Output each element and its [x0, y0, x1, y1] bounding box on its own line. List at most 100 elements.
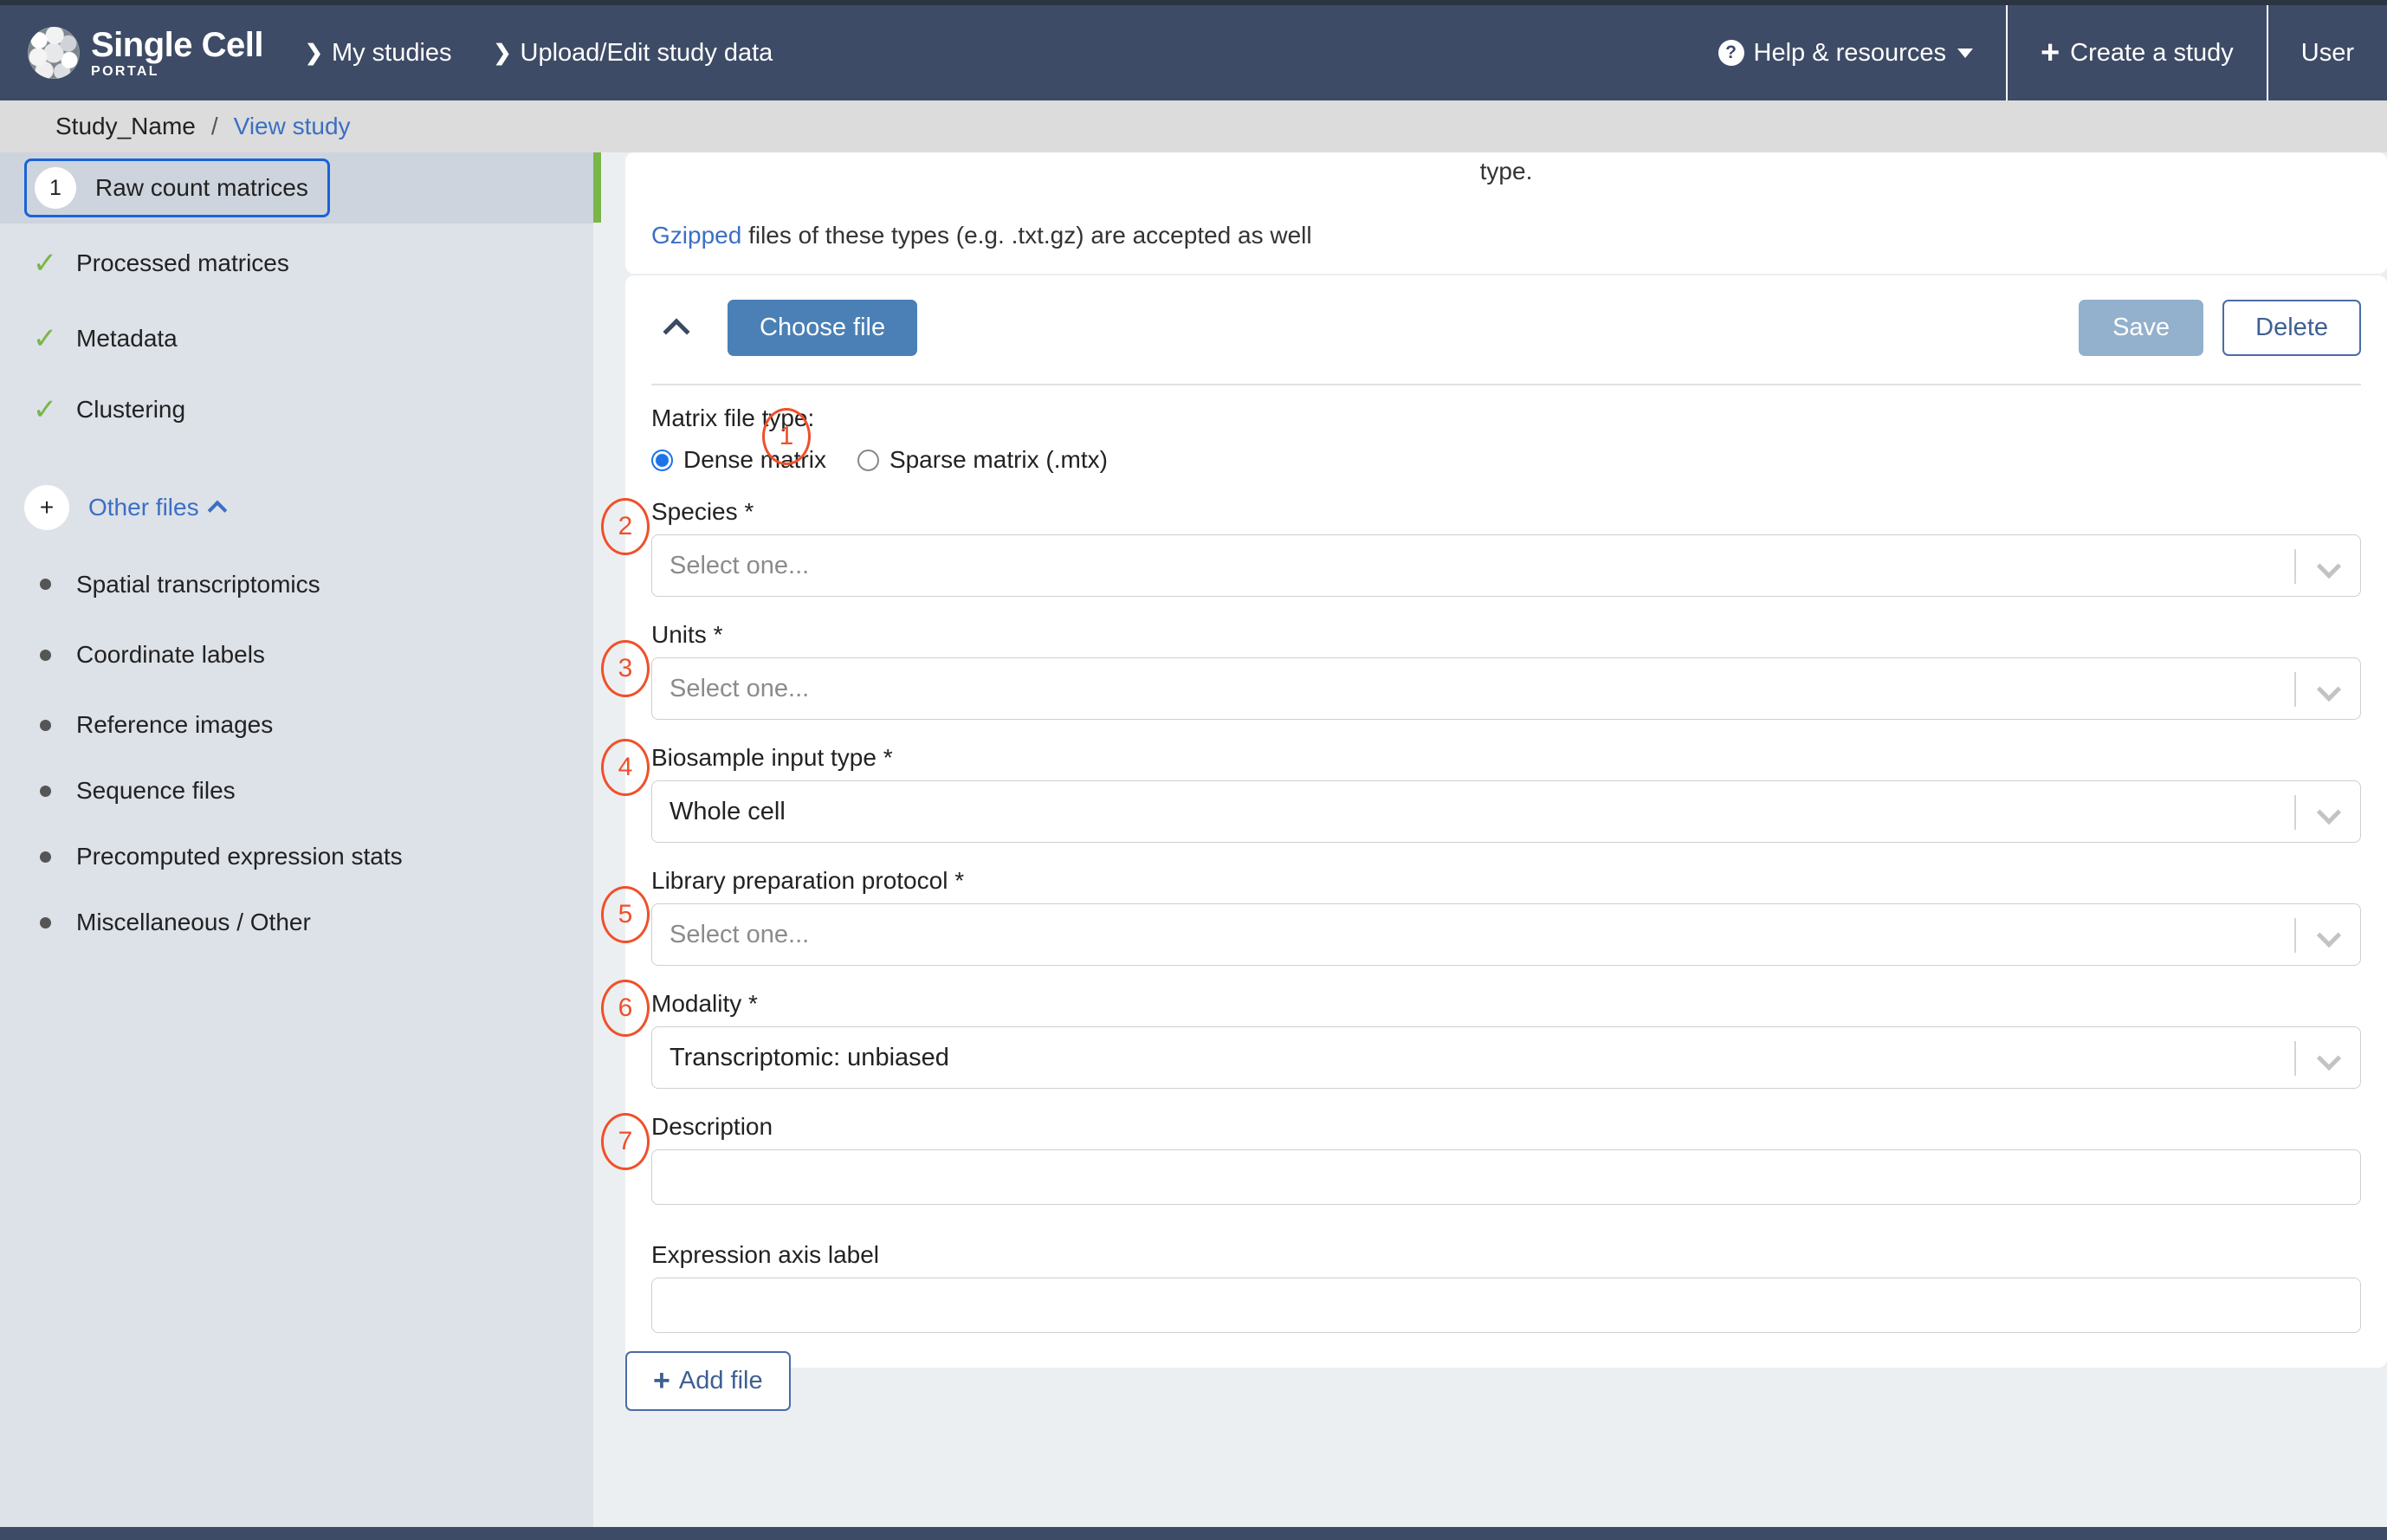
species-select[interactable]: Select one... [651, 534, 2361, 597]
navbar-right: ? Help & resources + Create a study User [1685, 5, 2387, 100]
select-divider [2294, 918, 2296, 953]
create-study-button[interactable]: + Create a study [2005, 5, 2267, 100]
callout-marker-6: 6 [601, 980, 650, 1037]
sidebar-item-precomputed-expression-stats[interactable]: Precomputed expression stats [0, 824, 593, 890]
sidebar: 1 Raw count matrices ✓ Processed matrice… [0, 152, 593, 1527]
main-content: type. Gzipped files of these types (e.g.… [601, 152, 2387, 1527]
chevron-down-icon[interactable] [2316, 676, 2342, 702]
field-biosample-input-type-label: Biosample input type * [651, 744, 893, 771]
delete-button[interactable]: Delete [2222, 300, 2361, 356]
radio-sparse-matrix-input[interactable] [857, 449, 879, 471]
expression-axis-label-input[interactable] [651, 1278, 2361, 1333]
field-description-label: Description [651, 1113, 773, 1140]
field-description: 7 Description [601, 1113, 2361, 1205]
biosample-input-type-select[interactable]: Whole cell [651, 780, 2361, 843]
field-biosample-input-type: 4 Biosample input type * Whole cell [601, 739, 2361, 843]
logo-title: Single Cell [91, 25, 264, 64]
chevron-down-icon[interactable] [2316, 799, 2342, 825]
breadcrumb-view-study-link[interactable]: View study [234, 113, 351, 140]
chevron-down-icon [1957, 48, 1973, 58]
page-footer [0, 1527, 2387, 1540]
intro-card: type. Gzipped files of these types (e.g.… [625, 152, 2387, 274]
sidebar-item-raw-count-matrices-box: 1 Raw count matrices [24, 159, 330, 217]
sidebar-item-coordinate-labels[interactable]: Coordinate labels [0, 618, 593, 692]
callout-marker-3: 3 [601, 640, 650, 697]
biosample-input-type-value: Whole cell [670, 797, 786, 825]
chevron-down-icon[interactable] [2316, 553, 2342, 579]
bullet-icon [24, 785, 66, 797]
help-resources-label: Help & resources [1753, 38, 1946, 67]
sidebar-item-raw-count-matrices[interactable]: 1 Raw count matrices [0, 152, 593, 223]
callout-marker-7: 7 [601, 1113, 650, 1170]
radio-sparse-matrix[interactable]: Sparse matrix (.mtx) [857, 446, 1108, 474]
add-file-button[interactable]: + Add file [625, 1351, 791, 1411]
sidebar-item-metadata-label: Metadata [76, 325, 178, 352]
nav-link-my-studies[interactable]: ❯ My studies [305, 39, 452, 68]
select-divider [2294, 795, 2296, 830]
chevron-down-icon[interactable] [2316, 1045, 2342, 1071]
select-divider [2294, 672, 2296, 707]
form-header: Choose file Save Delete [651, 300, 2361, 356]
modality-select[interactable]: Transcriptomic: unbiased [651, 1026, 2361, 1089]
plus-circle-icon[interactable]: + [24, 485, 69, 530]
nav-link-upload-edit-study-data[interactable]: ❯ Upload/Edit study data [494, 39, 773, 68]
form-divider [651, 384, 2361, 385]
app-logo[interactable]: Single Cell PORTAL [28, 25, 264, 79]
sidebar-item-sequence-files[interactable]: Sequence files [0, 758, 593, 824]
intro-text-fragment: type. [1479, 158, 1533, 184]
sidebar-item-reference-images-label: Reference images [76, 711, 274, 738]
field-species: 2 Species * Select one... [601, 498, 2361, 597]
navbar-left: Single Cell PORTAL ❯ My studies ❯ Upload… [0, 5, 773, 100]
field-expression-axis-label: Expression axis label [651, 1241, 2361, 1333]
create-study-label: Create a study [2070, 38, 2234, 67]
matrix-file-type-group: 1 Matrix file type: Dense matrix Sparse … [651, 404, 2361, 474]
sidebar-other-files-toggle[interactable]: + Other files [0, 464, 593, 551]
sidebar-item-miscellaneous-other-label: Miscellaneous / Other [76, 909, 311, 935]
sidebar-item-sequence-files-label: Sequence files [76, 777, 236, 804]
step-badge-1: 1 [35, 167, 76, 209]
select-divider [2294, 549, 2296, 584]
gzipped-link[interactable]: Gzipped [651, 222, 741, 249]
sidebar-item-clustering[interactable]: ✓ Clustering [0, 374, 593, 445]
species-select-placeholder: Select one... [670, 551, 810, 579]
help-resources-menu[interactable]: ? Help & resources [1685, 5, 2006, 100]
active-step-accent-bar [593, 152, 601, 223]
gzipped-note-rest: files of these types (e.g. .txt.gz) are … [741, 222, 1312, 249]
breadcrumb-study-name: Study_Name [55, 113, 196, 139]
radio-dense-matrix-input[interactable] [651, 449, 673, 471]
bullet-icon [24, 579, 66, 590]
check-icon: ✓ [32, 393, 58, 426]
field-expression-axis-label-label: Expression axis label [651, 1241, 880, 1268]
library-preparation-protocol-select[interactable]: Select one... [651, 903, 2361, 966]
select-divider [2294, 1041, 2296, 1076]
nav-link-my-studies-label: My studies [331, 38, 452, 67]
bullet-icon [24, 649, 66, 661]
field-modality: 6 Modality * Transcriptomic: unbiased [601, 980, 2361, 1089]
sidebar-item-metadata[interactable]: ✓ Metadata [0, 303, 593, 374]
sidebar-item-processed-matrices[interactable]: ✓ Processed matrices [0, 223, 593, 303]
sidebar-item-spatial-transcriptomics[interactable]: Spatial transcriptomics [0, 551, 593, 618]
sidebar-item-reference-images[interactable]: Reference images [0, 692, 593, 758]
user-menu[interactable]: User [2266, 5, 2387, 100]
field-species-label: Species * [651, 498, 754, 525]
chevron-down-icon[interactable] [2316, 922, 2342, 948]
callout-marker-4: 4 [601, 739, 650, 796]
raw-count-matrix-form-card: Choose file Save Delete 1 Matrix file ty… [601, 275, 2387, 1368]
chevron-up-icon [207, 500, 227, 521]
matrix-file-type-radios: Dense matrix Sparse matrix (.mtx) [651, 446, 2361, 474]
chevron-up-icon[interactable] [663, 317, 690, 346]
chevron-right-icon: ❯ [305, 41, 323, 65]
intro-card-body: type. Gzipped files of these types (e.g.… [625, 152, 2387, 274]
sidebar-item-precomputed-expression-stats-label: Precomputed expression stats [76, 843, 403, 870]
field-library-preparation-protocol-label: Library preparation protocol * [651, 867, 965, 894]
sidebar-item-miscellaneous-other[interactable]: Miscellaneous / Other [0, 890, 593, 955]
question-circle-icon: ? [1717, 40, 1744, 66]
user-menu-label: User [2300, 38, 2354, 67]
sidebar-other-files-link[interactable]: Other files [88, 494, 227, 521]
callout-marker-1: 1 [762, 408, 811, 465]
save-button[interactable]: Save [2079, 300, 2204, 356]
description-input[interactable] [651, 1149, 2361, 1205]
units-select[interactable]: Select one... [651, 657, 2361, 720]
top-navbar: Single Cell PORTAL ❯ My studies ❯ Upload… [0, 5, 2387, 100]
choose-file-button[interactable]: Choose file [728, 300, 918, 356]
